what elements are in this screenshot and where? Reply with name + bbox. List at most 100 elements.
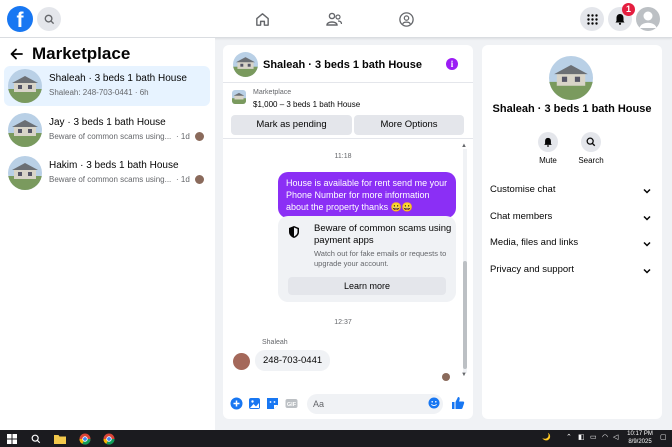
- learn-more-button[interactable]: Learn more: [288, 277, 446, 295]
- search-icon: [44, 14, 54, 24]
- warning-title: Beware of common scams using payment app…: [314, 223, 452, 246]
- seen-avatar: [194, 174, 205, 185]
- warning-body: Watch out for fake emails or requests to…: [314, 249, 447, 268]
- emoji-button[interactable]: [427, 396, 441, 410]
- chevron-down-icon: [643, 188, 651, 194]
- network-icon[interactable]: ▭: [590, 433, 597, 441]
- scroll-up-icon[interactable]: ▲: [461, 143, 467, 149]
- shield-icon: [289, 226, 299, 238]
- tray-app-icon[interactable]: ◧: [578, 433, 585, 441]
- facebook-logo[interactable]: f: [7, 6, 33, 32]
- conversation-time: · 1d: [176, 175, 190, 184]
- volume-icon[interactable]: ◁: [613, 433, 618, 441]
- info-button[interactable]: i: [446, 58, 458, 70]
- search-label: Search: [578, 156, 604, 165]
- conversation-item[interactable]: Jay · 3 beds 1 bath House Beware of comm…: [4, 110, 210, 150]
- section-label: Media, files and links: [490, 237, 579, 248]
- home-nav-button[interactable]: [252, 9, 272, 29]
- svg-text:GIF: GIF: [286, 402, 296, 408]
- house-avatar: [8, 156, 42, 190]
- menu-button[interactable]: [580, 7, 604, 31]
- info-icon: i: [450, 59, 454, 69]
- search-icon: [586, 137, 596, 147]
- friends-nav-button[interactable]: [324, 9, 344, 29]
- mute-label: Mute: [539, 156, 557, 165]
- sticker-button[interactable]: [265, 396, 279, 410]
- emoji-icon: [428, 397, 440, 409]
- privacy-support-section[interactable]: Privacy and support: [490, 264, 654, 284]
- mark-as-pending-button[interactable]: Mark as pending: [231, 115, 352, 135]
- gif-button[interactable]: GIF: [284, 396, 298, 410]
- chat-avatar[interactable]: [233, 52, 258, 77]
- scam-warning-card: Beware of common scams using payment app…: [278, 216, 456, 302]
- section-label: Customise chat: [490, 184, 556, 195]
- search-button[interactable]: [37, 7, 61, 31]
- system-clock[interactable]: 10:17 PM 8/9/2025: [624, 430, 656, 446]
- like-button[interactable]: [451, 396, 465, 410]
- listing-banner: Marketplace $1,000 – 3 beds 1 bath House…: [223, 83, 473, 139]
- sender-avatar[interactable]: [233, 353, 250, 370]
- groups-nav-button[interactable]: [396, 9, 416, 29]
- notification-center-icon[interactable]: ▢: [660, 433, 667, 441]
- listing-thumbnail[interactable]: [232, 90, 246, 104]
- attach-photo-button[interactable]: [247, 396, 261, 410]
- bell-icon: [544, 137, 552, 147]
- message-composer: GIF: [223, 389, 473, 419]
- more-options-button[interactable]: More Options: [354, 115, 464, 135]
- clock-time: 10:17 PM: [627, 431, 653, 437]
- windows-icon: [6, 433, 17, 444]
- folder-icon: [53, 434, 66, 444]
- search-conversation-button[interactable]: Search: [571, 132, 611, 165]
- scrollbar-thumb[interactable]: [463, 261, 467, 369]
- search-icon: [31, 434, 40, 443]
- top-navigation-bar: f 1: [0, 0, 672, 38]
- plus-circle-icon: [230, 397, 242, 409]
- read-receipt-avatar: [442, 373, 450, 381]
- chrome-taskbar-button-2[interactable]: [102, 432, 115, 445]
- message-timestamp: 12:37: [334, 319, 352, 326]
- conversation-name: Shaleah · 3 beds 1 bath House: [49, 73, 187, 84]
- listing-price[interactable]: $1,000 – 3 beds 1 bath House: [253, 100, 360, 109]
- scroll-down-icon[interactable]: ▼: [461, 372, 467, 378]
- sidebar-header: Marketplace: [10, 44, 130, 64]
- outgoing-message[interactable]: House is available for rent send me your…: [278, 172, 456, 218]
- section-label: Chat members: [490, 211, 553, 222]
- more-actions-button[interactable]: [229, 396, 243, 410]
- listing-source: Marketplace: [253, 89, 292, 96]
- chat-details-panel: Shaleah · 3 beds 1 bath House Mute Searc…: [482, 45, 662, 419]
- chat-header: Shaleah · 3 beds 1 bath House i: [223, 45, 473, 83]
- house-avatar: [8, 69, 42, 103]
- seen-avatar: [194, 131, 205, 142]
- chrome-taskbar-button[interactable]: [78, 432, 91, 445]
- mute-button[interactable]: Mute: [528, 132, 568, 165]
- conversation-preview: Shaleah: 248-703-0441 · 6h: [49, 88, 149, 97]
- avatar-icon: [639, 11, 657, 28]
- home-icon: [255, 12, 269, 26]
- thumbs-up-icon: [452, 397, 465, 409]
- sender-name: Shaleah: [262, 339, 288, 346]
- chevron-down-icon: [643, 215, 651, 221]
- chat-panel: Shaleah · 3 beds 1 bath House i Marketpl…: [223, 45, 473, 419]
- wifi-icon[interactable]: ◠: [602, 433, 608, 441]
- back-arrow-icon[interactable]: [10, 48, 23, 60]
- start-button[interactable]: [5, 432, 18, 445]
- weather-icon[interactable]: 🌙: [542, 433, 551, 441]
- customise-chat-section[interactable]: Customise chat: [490, 184, 654, 204]
- incoming-message[interactable]: 248-703-0441: [255, 350, 331, 371]
- profile-avatar-button[interactable]: [636, 7, 660, 31]
- chevron-up-icon[interactable]: ⌃: [566, 433, 572, 441]
- clock-date: 8/9/2025: [628, 439, 652, 445]
- chrome-icon: [78, 433, 91, 445]
- details-avatar[interactable]: [549, 56, 593, 100]
- chat-members-section[interactable]: Chat members: [490, 211, 654, 231]
- message-input[interactable]: [307, 394, 443, 414]
- conversation-item[interactable]: Shaleah · 3 beds 1 bath House Shaleah: 2…: [4, 66, 210, 106]
- conversation-preview: Beware of common scams using...: [49, 175, 172, 184]
- sidebar-title: Marketplace: [32, 44, 131, 63]
- chat-title[interactable]: Shaleah · 3 beds 1 bath House: [263, 59, 422, 71]
- media-files-links-section[interactable]: Media, files and links: [490, 237, 654, 257]
- conversation-item[interactable]: Hakim · 3 beds 1 bath House Beware of co…: [4, 153, 210, 193]
- file-explorer-button[interactable]: [53, 432, 66, 445]
- taskbar-search-button[interactable]: [29, 432, 42, 445]
- conversation-time: · 1d: [176, 132, 190, 141]
